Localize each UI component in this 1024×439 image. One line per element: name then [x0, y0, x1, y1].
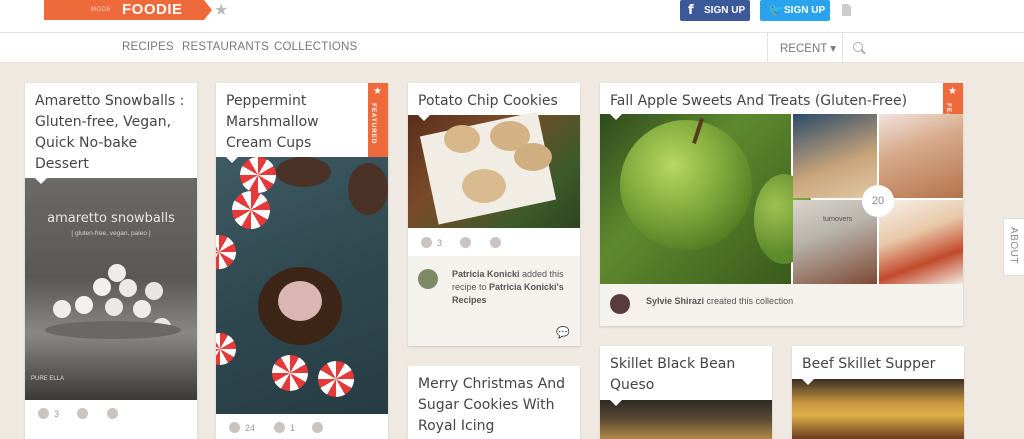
watermark-text: PURE ELLA	[31, 376, 65, 382]
featured-star-icon: ★	[948, 86, 957, 97]
facebook-signup-label: SIGN UP	[704, 5, 746, 16]
card-notch	[802, 379, 814, 385]
logo-mode-text: MODE	[91, 7, 111, 13]
add-icon[interactable]	[229, 422, 240, 433]
recipe-image[interactable]	[600, 400, 772, 439]
featured-ribbon: ★ FEATURED	[368, 83, 388, 157]
collection-card-fall-apple[interactable]: Fall Apple Sweets And Treats (Gluten-Fre…	[600, 83, 963, 326]
recipe-card-peppermint[interactable]: Peppermint Marshmallow Cream Cups ★ FEAT…	[216, 83, 388, 439]
nav-bar: RECIPES RESTAURANTS COLLECTIONS RECENT ▾	[0, 32, 1024, 63]
activity-text: Patricia Konicki added this recipe to Pa…	[452, 268, 572, 307]
avatar[interactable]	[610, 294, 630, 314]
document-icon[interactable]	[842, 4, 851, 16]
collection-thumb[interactable]	[879, 200, 963, 284]
twitter-signup-label: SIGN UP	[784, 5, 826, 16]
collection-count-badge[interactable]: 20	[862, 185, 894, 217]
twitter-signup-button[interactable]: 🐦 SIGN UP	[760, 0, 830, 21]
recipe-card-skillet-queso[interactable]: Skillet Black Bean Queso	[600, 346, 772, 439]
card-notch	[610, 114, 622, 120]
add-count: 3	[437, 238, 443, 248]
about-label: ABOUT	[1008, 227, 1019, 264]
image-subtitle-text: [ gluten-free, vegan, paleo ]	[71, 230, 151, 237]
snowballs-illustration	[45, 264, 181, 346]
foodie-logo[interactable]: MODE FOODIE	[44, 0, 212, 20]
check-icon[interactable]	[490, 237, 501, 248]
logo-foodie-text: FOODIE	[122, 1, 183, 18]
collection-thumb[interactable]	[879, 114, 963, 198]
card-title[interactable]: Fall Apple Sweets And Treats (Gluten-Fre…	[610, 91, 940, 112]
image-title-text: amaretto snowballs	[47, 211, 175, 226]
star-icon[interactable]: ★	[214, 0, 228, 20]
nav-divider	[842, 33, 843, 63]
nav-restaurants[interactable]: RESTAURANTS	[182, 41, 269, 53]
facebook-signup-button[interactable]: f SIGN UP	[680, 0, 750, 21]
featured-star-icon: ★	[373, 86, 382, 97]
check-icon[interactable]	[107, 408, 118, 419]
card-title[interactable]: Potato Chip Cookies	[418, 91, 578, 112]
heart-icon[interactable]	[274, 422, 285, 433]
collection-thumb[interactable]: turnovers	[793, 200, 877, 284]
like-count: 1	[290, 423, 296, 433]
activity-panel: Patricia Konicki added this recipe to Pa…	[408, 256, 580, 346]
card-title[interactable]: Amaretto Snowballs : Gluten-free, Vegan,…	[35, 91, 195, 175]
recipe-card-amaretto[interactable]: Amaretto Snowballs : Gluten-free, Vegan,…	[25, 83, 197, 439]
add-icon[interactable]	[421, 237, 432, 248]
twitter-icon: 🐦	[768, 3, 785, 18]
featured-label: FEATURED	[370, 103, 377, 145]
recipe-image[interactable]	[792, 379, 964, 439]
facebook-icon: f	[688, 3, 694, 18]
heart-icon[interactable]	[77, 408, 88, 419]
activity-panel: Sylvie Shirazi created this collection	[600, 284, 963, 326]
add-icon[interactable]	[38, 408, 49, 419]
recipe-card-potato-chip-cookies[interactable]: Potato Chip Cookies 3 Patricia Konicki a…	[408, 83, 580, 346]
activity-user[interactable]: Patricia Konicki	[452, 269, 520, 279]
nav-collections[interactable]: COLLECTIONS	[274, 41, 357, 53]
recipe-card-beef-skillet[interactable]: Beef Skillet Supper	[792, 346, 964, 439]
collection-thumb[interactable]	[793, 114, 877, 198]
heart-icon[interactable]	[460, 237, 471, 248]
top-bar: MODE FOODIE ★ f SIGN UP 🐦 SIGN UP	[0, 0, 1024, 32]
activity-verb: created this collection	[704, 296, 794, 306]
recipe-image[interactable]	[216, 157, 388, 414]
activity-user[interactable]: Sylvie Shirazi	[646, 296, 704, 306]
activity-text: Sylvie Shirazi created this collection	[646, 295, 946, 308]
check-icon[interactable]	[312, 422, 323, 433]
card-notch	[418, 115, 430, 121]
recipe-card-christmas-cookies[interactable]: Merry Christmas And Sugar Cookies With R…	[408, 366, 580, 439]
card-notch	[226, 157, 238, 163]
recipe-image[interactable]	[408, 111, 580, 228]
nav-divider	[767, 33, 768, 63]
nav-recipes[interactable]: RECIPES	[122, 41, 174, 53]
about-tab[interactable]: ABOUT	[1003, 218, 1024, 276]
card-title[interactable]: Peppermint Marshmallow Cream Cups	[226, 91, 366, 154]
thumb-caption: turnovers	[823, 216, 853, 223]
comment-icon[interactable]: 💬	[556, 326, 570, 339]
add-count: 24	[245, 423, 256, 433]
recent-dropdown[interactable]: RECENT ▾	[780, 41, 836, 55]
card-title[interactable]: Beef Skillet Supper	[802, 354, 952, 375]
search-icon[interactable]	[853, 42, 863, 52]
card-notch	[35, 178, 47, 184]
card-title[interactable]: Skillet Black Bean Queso	[610, 354, 760, 396]
collection-main-image[interactable]	[600, 114, 814, 284]
card-notch	[610, 400, 622, 406]
avatar[interactable]	[418, 269, 438, 289]
recipe-image[interactable]: amaretto snowballs [ gluten-free, vegan,…	[25, 178, 197, 400]
card-title[interactable]: Merry Christmas And Sugar Cookies With R…	[418, 374, 573, 437]
add-count: 3	[54, 409, 60, 419]
